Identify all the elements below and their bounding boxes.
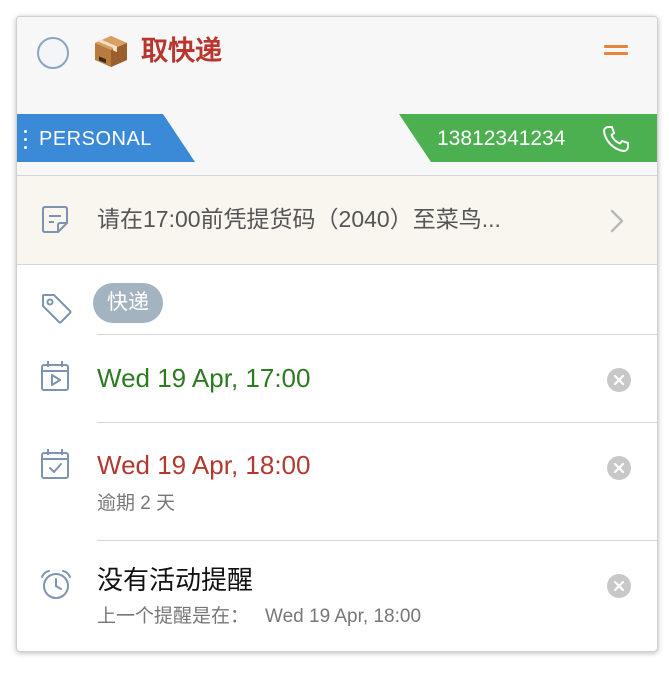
previous-reminder-label: 上一个提醒是在：: [97, 606, 250, 627]
previous-reminder: 上一个提醒是在： Wed 19 Apr, 18:00: [97, 604, 437, 630]
clear-due-date-button[interactable]: [607, 456, 631, 480]
chevron-right-icon[interactable]: [609, 208, 625, 234]
tag-chip[interactable]: 快递: [93, 283, 163, 323]
alarm-clock-icon: [41, 570, 71, 599]
start-date[interactable]: Wed 19 Apr, 17:00: [97, 361, 310, 395]
calendar-play-icon: [41, 361, 69, 391]
divider: [97, 422, 657, 423]
tag-icon: [42, 294, 72, 324]
more-dots-icon: [24, 130, 28, 150]
list-tag-label: PERSONAL: [39, 128, 152, 150]
task-title[interactable]: 取快递: [141, 33, 222, 69]
divider: [97, 334, 657, 335]
phone-icon[interactable]: [601, 124, 631, 154]
divider: [97, 540, 657, 541]
reminder-title[interactable]: 没有活动提醒: [97, 563, 253, 597]
complete-checkbox[interactable]: [37, 37, 69, 69]
phone-number[interactable]: 13812341234: [437, 125, 565, 153]
note-preview[interactable]: 请在17:00前凭提货码（2040）至菜鸟...: [97, 202, 577, 236]
overdue-status: 逾期 2 天: [97, 493, 176, 514]
task-detail-card: 取快递 PERSONAL 13812341234 请在17:00前凭提货码（20…: [16, 16, 658, 652]
due-date[interactable]: Wed 19 Apr, 18:00: [97, 448, 310, 482]
previous-reminder-time: Wed 19 Apr, 18:00: [265, 606, 422, 627]
package-icon: [95, 36, 127, 67]
clear-reminder-button[interactable]: [607, 574, 631, 598]
drag-handle-icon[interactable]: [604, 45, 628, 59]
clear-start-date-button[interactable]: [607, 368, 631, 392]
note-icon: [42, 206, 68, 233]
calendar-check-icon: [41, 449, 69, 479]
divider: [17, 264, 657, 265]
